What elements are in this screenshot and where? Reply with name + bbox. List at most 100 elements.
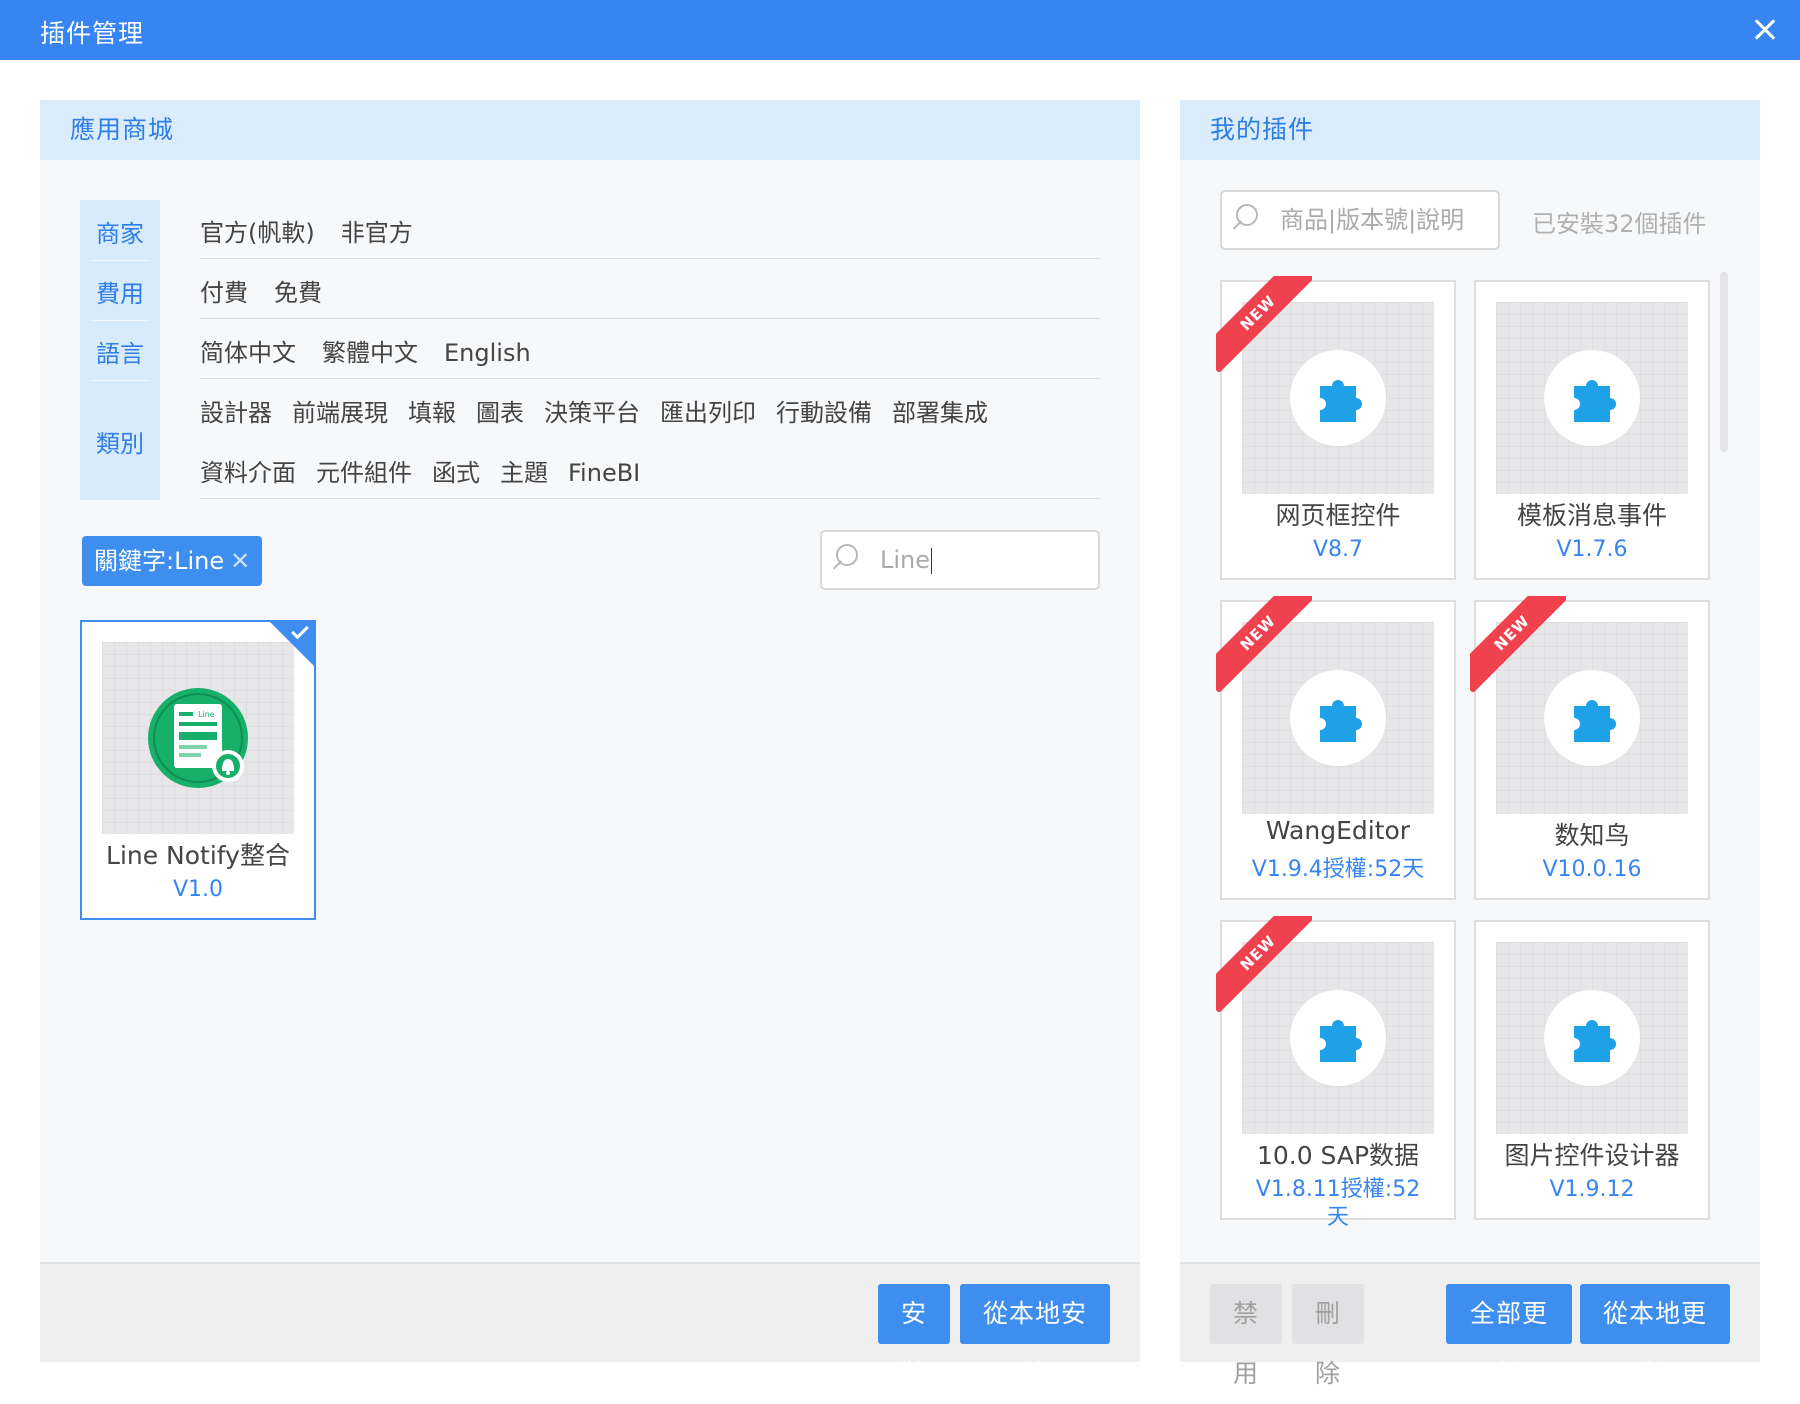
plugin-name: 网页框控件	[1275, 501, 1401, 530]
plugin-version: V1.8.11授權:52天	[1255, 1177, 1421, 1230]
store-panel: 應用商城 商家 費用 語言 類別 官方(帆軟) 非官方 付費 免費 简体中文 繁體中文…	[40, 100, 1140, 1388]
filter-option[interactable]: 圖表	[476, 393, 524, 428]
new-ribbon-label: NEW	[1216, 276, 1312, 372]
filter-option[interactable]: 設計器	[200, 393, 272, 428]
plugin-name: WangEditor	[1265, 816, 1411, 845]
my-plugins-panel: 我的插件 商品|版本號|說明 已安裝32個插件 网页框控件 V8.7 NEW 模…	[1180, 100, 1760, 1388]
filter-row-category-2: 資料介面 元件組件 函式 主題 FineBI	[200, 453, 1100, 488]
remove-tag-icon[interactable]: ✕	[230, 547, 250, 575]
filter-option[interactable]: 非官方	[341, 213, 413, 248]
plugin-card[interactable]: 数知鸟 V10.0.16 NEW	[1470, 596, 1710, 900]
new-ribbon: NEW	[1470, 596, 1566, 692]
install-button[interactable]: 安裝	[878, 1284, 950, 1388]
filter-option[interactable]: 元件組件	[316, 453, 412, 488]
plugin-card[interactable]: 网页框控件 V8.7 NEW	[1216, 276, 1456, 580]
search-icon	[1236, 204, 1258, 226]
puzzle-icon	[1574, 380, 1616, 422]
filter-option[interactable]: 資料介面	[200, 453, 296, 488]
filter-option[interactable]: 繁體中文	[322, 333, 418, 368]
plugin-card-line-notify[interactable]: Line Line Notify整合 V1.0	[80, 620, 316, 920]
filter-row-language: 简体中文 繁體中文 English	[200, 333, 1100, 368]
new-ribbon-label: NEW	[1216, 596, 1312, 692]
plugin-card[interactable]: 10.0 SAP数据 V1.8.11授權:52天 NEW	[1216, 916, 1456, 1230]
filter-option[interactable]: 官方(帆軟)	[200, 213, 315, 248]
filter-option[interactable]: 付費	[200, 273, 248, 308]
plugin-version: V1.7.6	[1556, 537, 1628, 562]
filter-option[interactable]: English	[444, 339, 531, 367]
filter-row-vendor: 官方(帆軟) 非官方	[200, 213, 1100, 248]
store-search-value: Line	[880, 546, 931, 574]
plugin-card[interactable]: 模板消息事件 V1.7.6	[1474, 280, 1710, 580]
filter-option[interactable]: 決策平台	[544, 393, 640, 428]
store-search-input[interactable]: Line	[820, 530, 1100, 590]
keyword-tag: 關鍵字:Line ✕	[82, 536, 263, 586]
filter-option[interactable]: 函式	[432, 453, 480, 488]
delete-button[interactable]: 刪除	[1292, 1284, 1364, 1388]
plugin-card[interactable]: 图片控件设计器 V1.9.12	[1474, 920, 1710, 1220]
line-icon-text: Line	[198, 710, 215, 719]
filter-labels: 商家 費用 語言 類別	[80, 200, 160, 500]
text-caret	[931, 548, 933, 574]
plugin-version: V8.7	[1312, 537, 1364, 562]
filter-option[interactable]: 免費	[274, 273, 322, 308]
filter-divider	[200, 378, 1100, 379]
filter-option[interactable]: 匯出列印	[660, 393, 756, 428]
search-icon	[836, 544, 858, 566]
new-ribbon-label: NEW	[1216, 916, 1312, 1012]
filter-option[interactable]: 主題	[500, 453, 548, 488]
update-all-button[interactable]: 全部更新	[1446, 1284, 1572, 1388]
new-ribbon: NEW	[1216, 596, 1312, 692]
store-panel-footer: 安裝 從本地安裝	[40, 1262, 1140, 1388]
line-notify-icon: Line	[148, 688, 248, 788]
filter-separator	[90, 320, 150, 321]
filter-divider	[200, 318, 1100, 319]
filter-row-category: 設計器 前端展現 填報 圖表 決策平台 匯出列印 行動設備 部署集成	[200, 393, 1100, 428]
store-panel-header: 應用商城	[40, 100, 1140, 160]
plugin-version: V10.0.16	[1542, 857, 1642, 882]
plugin-name: 数知鸟	[1554, 821, 1630, 850]
filter-option[interactable]: 前端展現	[292, 393, 388, 428]
my-plugins-header: 我的插件	[1180, 100, 1760, 160]
keyword-tag-label: 關鍵字:Line	[94, 547, 225, 575]
title-bar: 插件管理	[0, 0, 1800, 60]
filter-option[interactable]: FineBI	[568, 459, 640, 487]
plugin-name: Line Notify整合	[106, 841, 290, 870]
my-plugins-search-input[interactable]: 商品|版本號|說明	[1220, 190, 1500, 250]
filter-separator	[90, 380, 150, 381]
close-icon[interactable]	[1748, 12, 1782, 46]
install-local-button[interactable]: 從本地安裝	[960, 1284, 1110, 1388]
plugin-name: 图片控件设计器	[1504, 1141, 1680, 1170]
new-ribbon: NEW	[1216, 276, 1312, 372]
puzzle-icon	[1574, 1020, 1616, 1062]
filter-label-cost: 費用	[96, 280, 144, 308]
new-ribbon: NEW	[1216, 916, 1312, 1012]
filter-row-cost: 付費 免費	[200, 273, 1100, 308]
installed-count: 已安裝32個插件	[1532, 210, 1707, 238]
plugin-thumbnail: Line	[102, 642, 294, 834]
filter-label-vendor: 商家	[96, 220, 144, 248]
filter-label-category: 類別	[96, 430, 144, 458]
filter-separator	[90, 260, 150, 261]
disable-button[interactable]: 禁用	[1210, 1284, 1282, 1388]
plugin-version: V1.9.12	[1549, 1177, 1635, 1202]
plugin-card[interactable]: WangEditor V1.9.4授權:52天 NEW	[1216, 596, 1456, 900]
filter-option[interactable]: 行動設備	[776, 393, 872, 428]
filter-option[interactable]: 简体中文	[200, 333, 296, 368]
scrollbar-thumb[interactable]	[1720, 272, 1728, 452]
filter-option[interactable]: 填報	[408, 393, 456, 428]
plugin-version: V1.9.4授權:52天	[1251, 857, 1425, 882]
my-plugins-search-placeholder: 商品|版本號|說明	[1280, 206, 1465, 234]
filter-option[interactable]: 部署集成	[892, 393, 988, 428]
plugin-thumbnail	[1496, 942, 1688, 1134]
plugin-name: 模板消息事件	[1516, 501, 1667, 530]
window-title: 插件管理	[40, 19, 145, 48]
filter-divider	[200, 258, 1100, 259]
filter-label-language: 語言	[96, 340, 144, 368]
plugin-version: V1.0	[172, 877, 224, 902]
my-plugins-footer: 禁用 刪除 全部更新 從本地更新	[1180, 1262, 1760, 1388]
update-local-button[interactable]: 從本地更新	[1580, 1284, 1730, 1388]
plugin-thumbnail	[1496, 302, 1688, 494]
filter-divider	[200, 498, 1100, 499]
new-ribbon-label: NEW	[1470, 596, 1566, 692]
plugin-name: 10.0 SAP数据	[1256, 1141, 1420, 1170]
